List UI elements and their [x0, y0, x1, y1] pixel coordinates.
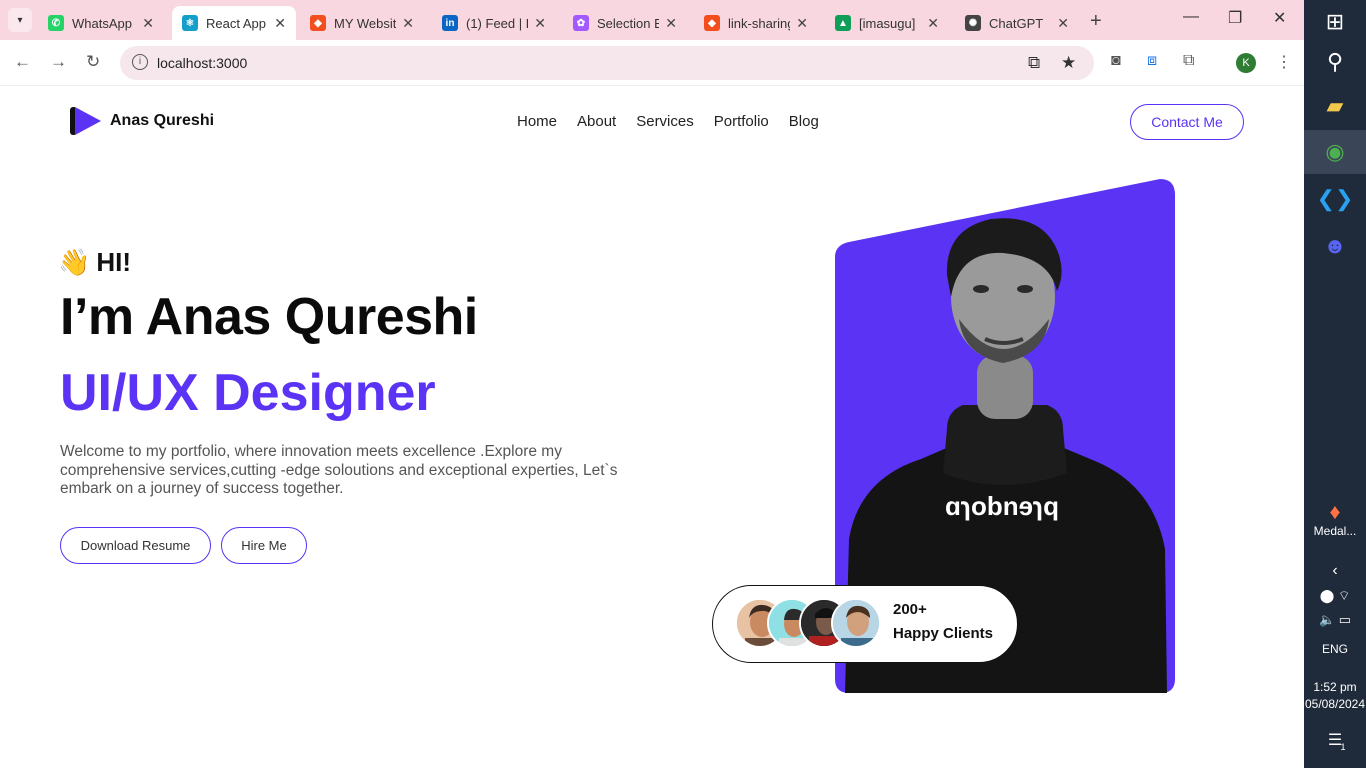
- contact-me-button[interactable]: Contact Me: [1130, 104, 1244, 140]
- tab-close-icon[interactable]: ✕: [1057, 15, 1069, 32]
- tab-close-icon[interactable]: ✕: [142, 15, 154, 32]
- hero-description: Welcome to my portfolio, where innovatio…: [60, 443, 618, 497]
- clock-date[interactable]: 05/08/2024: [1304, 697, 1366, 711]
- main-nav: Home About Services Portfolio Blog: [517, 113, 819, 130]
- tab-7[interactable]: ▲ [imasugu] ✕: [825, 6, 949, 40]
- site-info-icon[interactable]: i: [132, 54, 148, 70]
- tab-label: WhatsApp: [72, 15, 132, 31]
- tab-label: Selection Ex: [597, 15, 660, 31]
- browser-window: ▾ ✆ WhatsApp ✕ ⚛ React App ✕ ◆ MY Website ✕ in (1)…: [0, 0, 1304, 768]
- chrome-icon[interactable]: ◉: [1304, 130, 1366, 174]
- nav-blog[interactable]: Blog: [789, 113, 819, 130]
- address-bar[interactable]: i localhost:3000 ⧉ ★: [120, 46, 1094, 80]
- profile-avatar[interactable]: K: [1236, 53, 1256, 73]
- google-drive-icon: ▲: [835, 15, 851, 31]
- tab-3[interactable]: ◆ MY Website ✕: [300, 6, 424, 40]
- happy-clients-badge: 200+ Happy Clients: [712, 585, 1018, 663]
- tab-label: React App: [206, 15, 266, 31]
- nav-services[interactable]: Services: [636, 113, 694, 130]
- linkedin-icon: in: [442, 15, 458, 31]
- tray-icons[interactable]: ⬤ ⌔: [1304, 588, 1366, 604]
- language-indicator[interactable]: ENG: [1304, 642, 1366, 656]
- chatgpt-icon: ✺: [965, 15, 981, 31]
- waving-hand-icon: 👋: [58, 247, 91, 277]
- tab-search-button[interactable]: ▾: [8, 8, 32, 32]
- restore-button[interactable]: ❐: [1228, 8, 1242, 28]
- notification-count: 1: [1340, 742, 1346, 752]
- hero-headline: I’m Anas Qureshi: [60, 288, 478, 346]
- tab-8[interactable]: ✺ ChatGPT ✕: [955, 6, 1079, 40]
- figma-multi-icon: ✿: [573, 15, 589, 31]
- file-explorer-icon[interactable]: ▰: [1304, 84, 1366, 128]
- open-in-app-icon[interactable]: ⧉: [1028, 53, 1040, 73]
- chevron-left-icon[interactable]: ‹: [1304, 562, 1366, 580]
- close-window-button[interactable]: ✕: [1273, 8, 1286, 28]
- tab-label: ChatGPT: [989, 15, 1044, 31]
- logo-mark-icon: [70, 107, 102, 135]
- discord-icon[interactable]: ☻: [1304, 224, 1366, 268]
- figma-icon: ◆: [704, 15, 720, 31]
- back-button[interactable]: ←: [14, 52, 31, 72]
- reload-button[interactable]: ↻: [86, 52, 100, 72]
- tab-close-icon[interactable]: ✕: [534, 15, 546, 32]
- nav-home[interactable]: Home: [517, 113, 557, 130]
- figma-icon: ◆: [310, 15, 326, 31]
- tab-label: link-sharing: [728, 15, 791, 31]
- tab-4[interactable]: in (1) Feed | LinkedIn ✕: [432, 6, 556, 40]
- whatsapp-icon: ✆: [48, 15, 64, 31]
- tab-2[interactable]: ⚛ React App ✕: [172, 6, 296, 40]
- medal-app-label[interactable]: Medal...: [1304, 524, 1366, 538]
- tab-close-icon[interactable]: ✕: [274, 15, 286, 32]
- tab-1[interactable]: ✆ WhatsApp ✕: [38, 6, 164, 40]
- tab-label: (1) Feed | LinkedIn: [466, 15, 528, 31]
- greeting: 👋 HI!: [58, 247, 131, 278]
- browser-toolbar: ← → ↻ i localhost:3000 ⧉ ★ ◙ ⧈ ⧉ ⋮: [0, 40, 1304, 86]
- volume-battery-icons[interactable]: 🔈 ▭: [1304, 612, 1366, 628]
- forward-button[interactable]: →: [50, 52, 67, 72]
- tab-6[interactable]: ◆ link-sharing ✕: [694, 6, 818, 40]
- vscode-icon[interactable]: ❮❯: [1304, 177, 1366, 221]
- download-resume-button[interactable]: Download Resume: [60, 527, 211, 564]
- minimize-button[interactable]: —: [1183, 8, 1199, 26]
- windows-taskbar: ⊞ ⚲ ▰ ◉ ❮❯ ☻ ♦ Medal... ‹ ⬤ ⌔ 🔈 ▭ ENG 1:…: [1304, 0, 1366, 768]
- greeting-text: HI!: [96, 247, 132, 277]
- nav-portfolio[interactable]: Portfolio: [714, 113, 769, 130]
- nav-about[interactable]: About: [577, 113, 616, 130]
- tab-label: [imasugu]: [859, 15, 916, 31]
- extensions-puzzle-icon[interactable]: ⧉: [1183, 52, 1194, 70]
- tab-close-icon[interactable]: ✕: [927, 15, 939, 32]
- bookmark-star-icon[interactable]: ★: [1061, 53, 1076, 73]
- tab-close-icon[interactable]: ✕: [796, 15, 808, 32]
- hire-me-button[interactable]: Hire Me: [221, 527, 307, 564]
- brand-name: Anas Qureshi: [110, 112, 215, 129]
- tab-close-icon[interactable]: ✕: [665, 15, 677, 32]
- translate-icon[interactable]: ⧈: [1147, 52, 1157, 70]
- new-tab-button[interactable]: +: [1090, 10, 1102, 33]
- tab-label: MY Website: [334, 15, 397, 31]
- hoodie-text: ɑɿobnɘɿq: [945, 491, 1059, 521]
- webpage: Anas Qureshi Home About Services Portfol…: [0, 87, 1304, 768]
- react-icon: ⚛: [182, 15, 198, 31]
- clock-time[interactable]: 1:52 pm: [1304, 680, 1366, 694]
- client-avatar: [831, 598, 881, 648]
- address-url[interactable]: localhost:3000: [157, 55, 247, 71]
- menu-kebab-icon[interactable]: ⋮: [1276, 52, 1292, 72]
- clients-label: Happy Clients: [893, 625, 994, 642]
- site-logo[interactable]: Anas Qureshi: [70, 107, 214, 135]
- tab-strip: ▾ ✆ WhatsApp ✕ ⚛ React App ✕ ◆ MY Website ✕ in (1)…: [0, 0, 1304, 40]
- tab-5[interactable]: ✿ Selection Ex ✕: [563, 6, 687, 40]
- camera-icon[interactable]: ◙: [1111, 52, 1121, 70]
- search-icon[interactable]: ⚲: [1304, 40, 1366, 84]
- windows-start-icon[interactable]: ⊞: [1304, 0, 1366, 44]
- hero-role: UI/UX Designer: [60, 364, 436, 422]
- tab-close-icon[interactable]: ✕: [402, 15, 414, 32]
- clients-count: 200+: [893, 601, 927, 618]
